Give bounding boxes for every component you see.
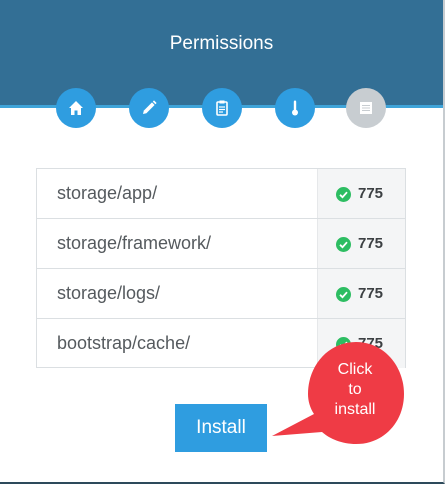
step-home[interactable]	[56, 88, 96, 128]
step-indicator	[0, 88, 443, 128]
document-icon	[356, 98, 376, 118]
permission-status: 775	[317, 219, 405, 268]
permission-status: 775	[317, 169, 405, 218]
install-button[interactable]: Install	[175, 404, 267, 452]
check-circle-icon	[336, 237, 351, 252]
permission-path: storage/app/	[57, 183, 158, 203]
permission-value: 775	[358, 285, 384, 302]
permission-path: storage/framework/	[57, 233, 212, 253]
table-row: storage/logs/ 775	[37, 269, 405, 319]
pencil-icon	[139, 98, 159, 118]
permission-path: storage/logs/	[57, 283, 161, 303]
table-row: storage/app/ 775	[37, 169, 405, 219]
permission-status: 775	[317, 269, 405, 318]
table-row: storage/framework/ 775	[37, 219, 405, 269]
installer-card: Permissions storage/app/ 775 storage/fra…	[0, 0, 445, 484]
check-circle-icon	[336, 187, 351, 202]
click-to-install-callout: Click to install	[262, 336, 412, 456]
clipboard-icon	[212, 98, 232, 118]
callout-text: Click to install	[334, 361, 376, 418]
permission-value: 775	[358, 185, 384, 202]
step-thermometer[interactable]	[275, 88, 315, 128]
permission-path: bootstrap/cache/	[57, 333, 191, 353]
page-title: Permissions	[169, 33, 274, 54]
step-edit[interactable]	[129, 88, 169, 128]
step-clipboard[interactable]	[202, 88, 242, 128]
thermometer-icon	[285, 98, 305, 118]
step-document[interactable]	[346, 88, 386, 128]
home-icon	[66, 98, 86, 118]
check-circle-icon	[336, 287, 351, 302]
permission-value: 775	[358, 235, 384, 252]
